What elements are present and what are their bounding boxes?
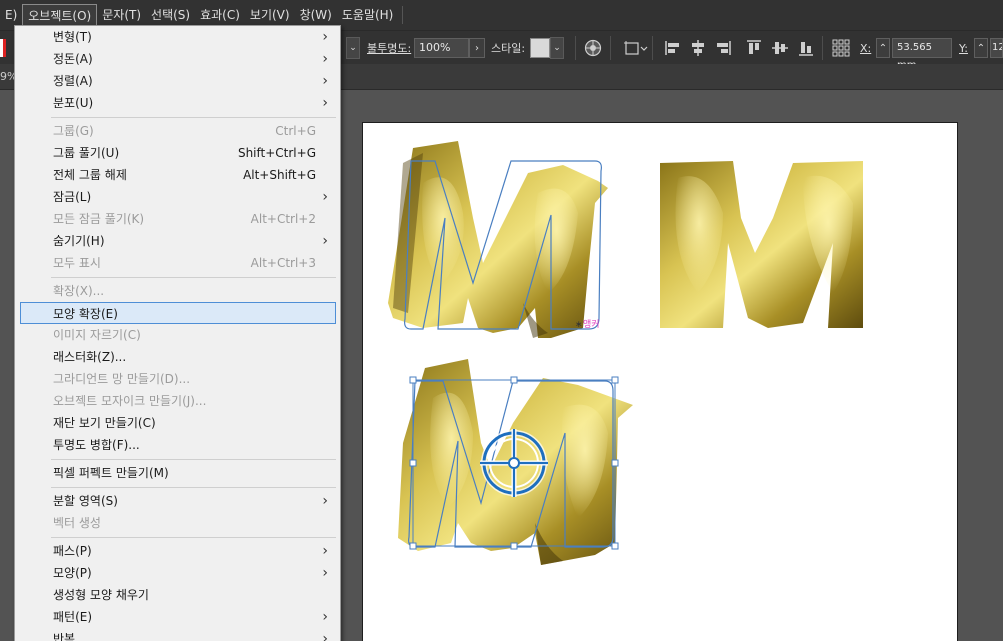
- menu-item-ungroup[interactable]: 그룹 풀기(U) Shift+Ctrl+G: [15, 142, 340, 164]
- reference-point-icon[interactable]: [831, 38, 851, 58]
- artboard[interactable]: ∗ 앵커: [362, 122, 958, 641]
- menu-separator: [51, 277, 336, 278]
- x-label[interactable]: X:: [860, 42, 871, 55]
- align-bottom-icon[interactable]: [796, 38, 816, 58]
- menu-item-slice[interactable]: 분할 영역(S) ›: [15, 490, 340, 512]
- submenu-arrow-icon: ›: [322, 29, 328, 45]
- align-to-icon[interactable]: [622, 38, 650, 58]
- menu-item-group[interactable]: 그룹(G) Ctrl+G: [15, 120, 340, 142]
- submenu-arrow-icon: ›: [322, 631, 328, 641]
- opacity-label[interactable]: 불투명도:: [367, 40, 411, 56]
- menu-item-pattern[interactable]: 패턴(E) ›: [15, 606, 340, 628]
- menu-effect[interactable]: 효과(C): [195, 4, 245, 26]
- menu-item-make-pixel-perfect[interactable]: 픽셀 퍼펙트 만들기(M): [15, 462, 340, 484]
- menu-item-repeat[interactable]: 반복 ›: [15, 628, 340, 641]
- svg-text:∗: ∗: [575, 320, 583, 330]
- align-horizontal-center-icon[interactable]: [688, 38, 708, 58]
- menu-item-transform[interactable]: 변형(T) ›: [15, 26, 340, 48]
- graphic-style-swatch[interactable]: [530, 38, 550, 58]
- menu-item-unlock-all[interactable]: 모든 잠금 풀기(K) Alt+Ctrl+2: [15, 208, 340, 230]
- menu-help[interactable]: 도움말(H): [337, 4, 399, 26]
- align-vertical-center-icon[interactable]: [770, 38, 790, 58]
- style-label: 스타일:: [491, 42, 526, 55]
- submenu-arrow-icon: ›: [322, 95, 328, 111]
- menu-item-distribute[interactable]: 분포(U) ›: [15, 92, 340, 114]
- menu-item-align[interactable]: 정렬(A) ›: [15, 70, 340, 92]
- left-panel-edge: [0, 30, 14, 641]
- x-input[interactable]: 53.565 mm: [892, 38, 952, 71]
- y-input[interactable]: 12: [990, 38, 1003, 58]
- menu-item-create-trim-marks[interactable]: 재단 보기 만들기(C): [15, 412, 340, 434]
- menu-item-show-all[interactable]: 모두 표시 Alt+Ctrl+3: [15, 252, 340, 274]
- submenu-arrow-icon: ›: [322, 493, 328, 509]
- submenu-arrow-icon: ›: [322, 543, 328, 559]
- menu-item-crop-image[interactable]: 이미지 자르기(C): [15, 324, 340, 346]
- menu-item-generate-vector[interactable]: 벡터 생성: [15, 512, 340, 534]
- anchor-marker: ∗ 앵커: [575, 319, 600, 330]
- menu-item-expand-appearance[interactable]: 모양 확장(E): [20, 302, 336, 324]
- menu-item-create-gradient-mesh[interactable]: 그라디언트 망 만들기(D)...: [15, 368, 340, 390]
- menu-window[interactable]: 창(W): [295, 4, 337, 26]
- menu-item-create-object-mosaic[interactable]: 오브젝트 모자이크 만들기(J)...: [15, 390, 340, 412]
- menubar-divider: [402, 6, 404, 24]
- svg-text:앵커: 앵커: [583, 319, 600, 330]
- align-right-icon[interactable]: [713, 38, 733, 58]
- gold-letter-m-top-right[interactable]: [660, 161, 863, 328]
- menu-type[interactable]: 문자(T): [97, 4, 146, 26]
- align-top-icon[interactable]: [744, 38, 764, 58]
- x-stepper[interactable]: ⌃: [876, 38, 890, 58]
- align-left-icon[interactable]: [663, 38, 683, 58]
- object-menu-dropdown: 변형(T) › 정돈(A) › 정렬(A) › 분포(U) › 그룹(G) Ctrl+G …: [14, 25, 341, 641]
- menu-separator: [51, 537, 336, 538]
- menu-item-ungroup-all[interactable]: 전체 그룹 해제 Alt+Shift+G: [15, 164, 340, 186]
- controlbar-divider: [575, 36, 576, 60]
- controlbar-divider: [610, 36, 611, 60]
- submenu-arrow-icon: ›: [322, 73, 328, 89]
- submenu-arrow-icon: ›: [322, 565, 328, 581]
- y-stepper[interactable]: ⌃: [974, 38, 988, 58]
- submenu-arrow-icon: ›: [322, 609, 328, 625]
- menu-item-flatten-transparency[interactable]: 투명도 병합(F)...: [15, 434, 340, 456]
- submenu-arrow-icon: ›: [322, 189, 328, 205]
- menu-item-generative-shape-fill[interactable]: 생성형 모양 채우기: [15, 584, 340, 606]
- controlbar-divider: [822, 36, 823, 60]
- menu-item-lock[interactable]: 잠금(L) ›: [15, 186, 340, 208]
- y-label[interactable]: Y:: [959, 42, 968, 55]
- menu-separator: [51, 117, 336, 118]
- menu-item-path[interactable]: 패스(P) ›: [15, 540, 340, 562]
- recolor-artwork-icon[interactable]: [583, 38, 603, 58]
- gold-letter-m-top-left[interactable]: [388, 141, 608, 338]
- submenu-arrow-icon: ›: [322, 233, 328, 249]
- menu-edit-partial[interactable]: E): [0, 4, 22, 26]
- menu-item-arrange[interactable]: 정돈(A) ›: [15, 48, 340, 70]
- menu-item-rasterize[interactable]: 래스터화(Z)...: [15, 346, 340, 368]
- controlbar-divider: [652, 36, 653, 60]
- submenu-arrow-icon: ›: [322, 51, 328, 67]
- menu-item-shape[interactable]: 모양(P) ›: [15, 562, 340, 584]
- stroke-profile-dropdown[interactable]: ⌄: [346, 37, 360, 59]
- graphic-style-dropdown[interactable]: ⌄: [550, 37, 564, 59]
- menu-item-hide[interactable]: 숨기기(H) ›: [15, 230, 340, 252]
- menu-item-expand[interactable]: 확장(X)...: [15, 280, 340, 302]
- menu-separator: [51, 459, 336, 460]
- menu-view[interactable]: 보기(V): [245, 4, 295, 26]
- menu-separator: [51, 487, 336, 488]
- opacity-slider-button[interactable]: ›: [469, 38, 485, 58]
- artwork-canvas[interactable]: ∗ 앵커: [363, 123, 959, 641]
- menu-object[interactable]: 오브젝트(O): [22, 4, 98, 26]
- menu-select[interactable]: 선택(S): [146, 4, 195, 26]
- opacity-input[interactable]: 100%: [414, 38, 469, 58]
